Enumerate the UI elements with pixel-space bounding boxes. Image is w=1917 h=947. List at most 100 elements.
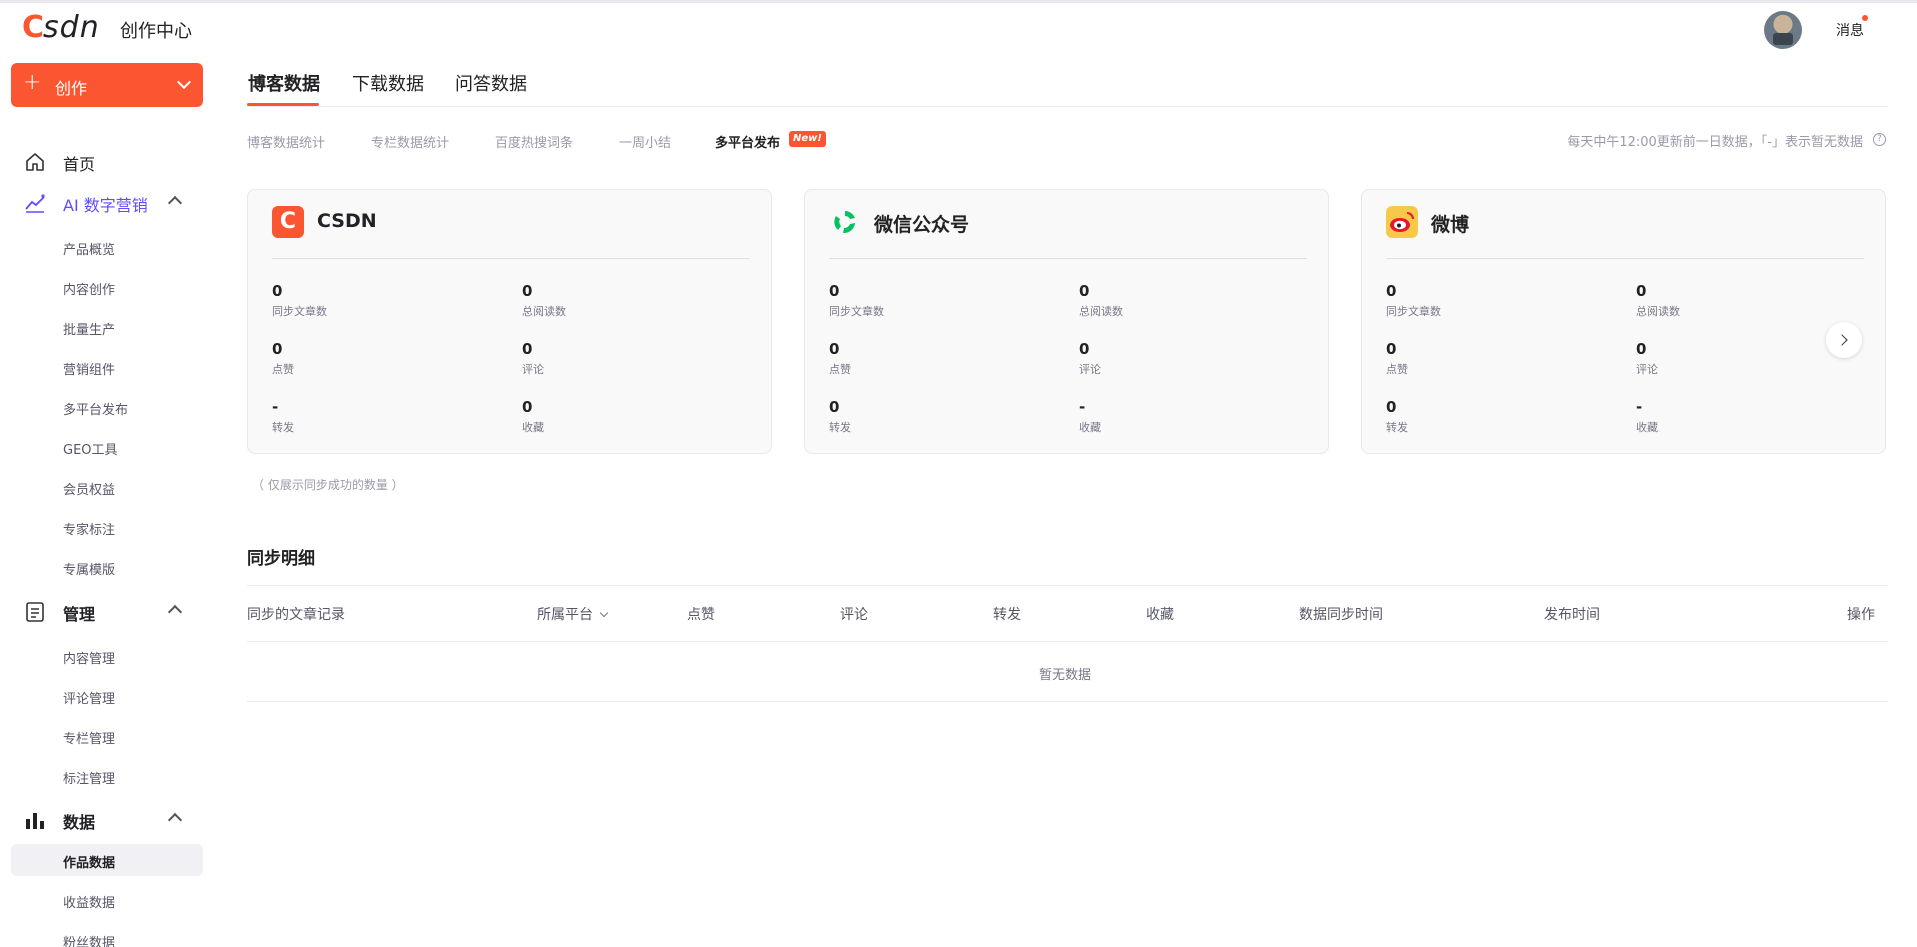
stat-value: 0 [829,398,840,416]
update-notice: 每天中午12:00更新前一日数据，「-」表示暂无数据 [1567,135,1863,150]
stat-total-reads: 0 总阅读数 [522,282,722,319]
csdn-logo[interactable]: C SDN [22,10,100,45]
tab-blog-data[interactable]: 博客数据 [248,70,320,96]
platform-card-weibo: 微博 0 同步文章数 0 总阅读数 0 点赞 0 评论 0 转发 - 收藏 [1361,189,1886,454]
sidebar-item-content-management[interactable]: 内容管理 [11,640,203,672]
stat-comments: 0 评论 [1079,340,1279,377]
sidebar-section-ai-marketing[interactable]: AI 数字营销 [0,184,215,220]
sidebar-item-geo-tools[interactable]: GEO工具 [11,431,203,463]
stat-synced-articles: 0 同步文章数 [1386,282,1586,319]
stat-label: 总阅读数 [1079,305,1123,318]
chevron-down-icon [176,74,192,90]
stat-likes: 0 点赞 [1386,340,1586,377]
messages-link[interactable]: 消息 [1836,20,1864,40]
header-title[interactable]: 创作中心 [120,17,192,43]
sidebar-item-multi-platform-publish[interactable]: 多平台发布 [11,391,203,423]
sidebar-item-label: 首页 [63,155,96,174]
sidebar-item-label: 会员权益 [63,483,116,498]
column-header-sync-time: 数据同步时间 [1299,607,1383,623]
stat-likes: 0 点赞 [829,340,1029,377]
section-title: 同步明细 [247,549,315,569]
sidebar-item-comment-management[interactable]: 评论管理 [11,680,203,712]
chevron-up-icon [167,812,183,828]
stat-value: 0 [1079,340,1090,358]
sidebar-section-label: 数据 [63,813,96,832]
header: C SDN 创作中心 消息 [0,3,1917,53]
stat-label: 收藏 [1636,421,1658,434]
sidebar-item-fans-data[interactable]: 粉丝数据 [11,924,203,947]
plus-icon: + [23,70,42,95]
sidebar-section-label: AI 数字营销 [63,196,148,215]
sidebar-section-manage[interactable]: 管理 [0,593,215,629]
divider [829,258,1307,259]
subtab-column-stats[interactable]: 专栏数据统计 [371,132,449,151]
stat-label: 转发 [272,421,294,434]
sidebar-item-column-management[interactable]: 专栏管理 [11,720,203,752]
sidebar-item-home[interactable]: 首页 [0,143,215,179]
stat-value: 0 [522,398,533,416]
sidebar-item-label: 多平台发布 [63,403,129,418]
user-avatar[interactable] [1764,11,1802,49]
wechat-official-icon [834,211,855,234]
sidebar-item-expert-annotation[interactable]: 专家标注 [11,511,203,543]
help-icon[interactable]: ? [1873,133,1886,146]
csdn-logo-icon: C [272,206,304,238]
column-header-comments: 评论 [840,607,868,623]
platform-name: 微信公众号 [874,214,970,236]
sidebar-item-label: 营销组件 [63,363,116,378]
stat-label: 评论 [522,363,544,376]
column-header-platform[interactable]: 所属平台 [537,604,609,624]
sidebar-item-label: 内容创作 [63,283,116,298]
stat-label: 同步文章数 [829,305,884,318]
stat-label: 同步文章数 [272,305,327,318]
sidebar-item-work-data[interactable]: 作品数据 [11,844,203,876]
stat-shares: 0 转发 [829,398,1029,435]
stat-label: 点赞 [272,363,294,376]
create-button-label: 创作 [55,79,88,98]
stat-label: 收藏 [1079,421,1101,434]
stat-total-reads: 0 总阅读数 [1079,282,1279,319]
sidebar-item-label: 评论管理 [63,692,116,707]
sidebar-item-label: 作品数据 [63,856,116,871]
divider [247,641,1888,642]
stat-label: 收藏 [522,421,544,434]
sidebar-section-data[interactable]: 数据 [0,801,215,837]
stat-total-reads: 0 总阅读数 [1636,282,1836,319]
platform-card-wechat: 微信公众号 0 同步文章数 0 总阅读数 0 点赞 0 评论 0 转发 - 收藏 [804,189,1329,454]
column-header-publish-time: 发布时间 [1544,607,1600,623]
sidebar-item-annotation-management[interactable]: 标注管理 [11,760,203,792]
subtab-multi-platform[interactable]: 多平台发布 [715,132,780,151]
stat-value: 0 [1636,340,1647,358]
sidebar-item-revenue-data[interactable]: 收益数据 [11,884,203,916]
sidebar-item-label: 标注管理 [63,772,116,787]
carousel-next-button[interactable] [1826,322,1862,358]
stat-value: 0 [522,340,533,358]
stat-likes: 0 点赞 [272,340,472,377]
subtab-blog-stats[interactable]: 博客数据统计 [247,132,325,151]
trend-chart-icon [25,194,45,213]
create-button[interactable]: + 创作 [11,63,203,107]
sidebar-item-batch-production[interactable]: 批量生产 [11,311,203,343]
bar-chart-icon [26,813,44,829]
sidebar-item-marketing-components[interactable]: 营销组件 [11,351,203,383]
stat-comments: 0 评论 [522,340,722,377]
sidebar-item-product-overview[interactable]: 产品概览 [11,231,203,263]
chevron-up-icon [167,604,183,620]
subtab-weekly-summary[interactable]: 一周小结 [619,132,671,151]
sidebar-item-content-creation[interactable]: 内容创作 [11,271,203,303]
platform-name: 微博 [1431,214,1470,236]
stat-value: 0 [272,340,283,358]
stat-label: 点赞 [1386,363,1408,376]
subtab-baidu-hot[interactable]: 百度热搜词条 [495,132,573,151]
sidebar-item-member-benefits[interactable]: 会员权益 [11,471,203,503]
sidebar-item-exclusive-templates[interactable]: 专属模版 [11,551,203,583]
tab-download-data[interactable]: 下载数据 [352,70,424,96]
stat-shares: 0 转发 [1386,398,1586,435]
tab-qa-data[interactable]: 问答数据 [455,70,527,96]
divider [272,258,750,259]
stat-label: 转发 [829,421,851,434]
stat-value: 0 [1386,398,1397,416]
weibo-icon [1386,206,1418,238]
stat-value: 0 [1386,282,1397,300]
column-header-actions: 操作 [1847,607,1875,623]
